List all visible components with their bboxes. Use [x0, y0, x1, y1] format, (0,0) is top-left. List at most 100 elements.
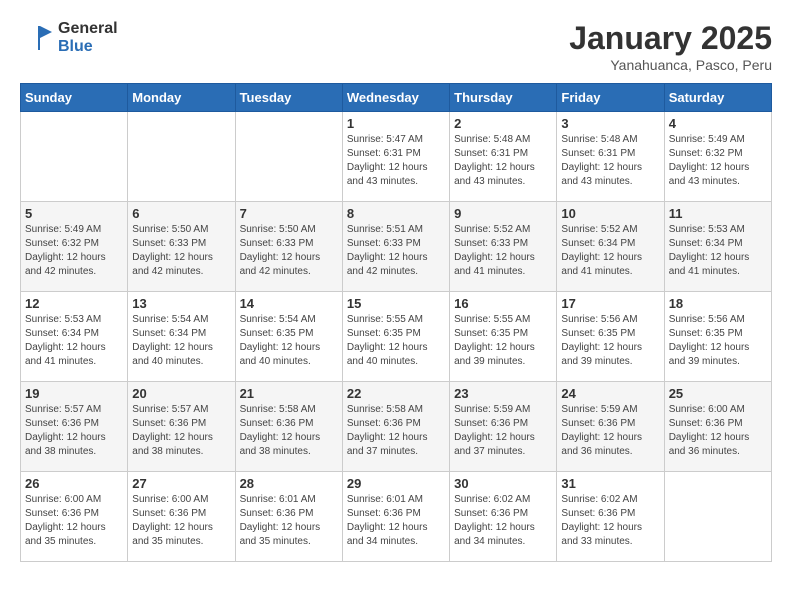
page-header: General Blue January 2025 Yanahuanca, Pa…: [20, 20, 772, 73]
day-info: Sunrise: 5:56 AMSunset: 6:35 PMDaylight:…: [669, 314, 750, 367]
day-number: 8: [347, 206, 445, 221]
day-number: 28: [240, 476, 338, 491]
calendar-cell: 15 Sunrise: 5:55 AMSunset: 6:35 PMDaylig…: [342, 292, 449, 382]
day-number: 1: [347, 116, 445, 131]
day-info: Sunrise: 5:53 AMSunset: 6:34 PMDaylight:…: [669, 224, 750, 277]
calendar-cell: [21, 112, 128, 202]
day-number: 4: [669, 116, 767, 131]
day-number: 13: [132, 296, 230, 311]
day-number: 27: [132, 476, 230, 491]
calendar-cell: 5 Sunrise: 5:49 AMSunset: 6:32 PMDayligh…: [21, 202, 128, 292]
day-number: 10: [561, 206, 659, 221]
calendar-cell: [128, 112, 235, 202]
calendar-cell: 31 Sunrise: 6:02 AMSunset: 6:36 PMDaylig…: [557, 472, 664, 562]
day-number: 9: [454, 206, 552, 221]
day-number: 2: [454, 116, 552, 131]
header-saturday: Saturday: [664, 84, 771, 112]
weekday-header-row: Sunday Monday Tuesday Wednesday Thursday…: [21, 84, 772, 112]
calendar-cell: 23 Sunrise: 5:59 AMSunset: 6:36 PMDaylig…: [450, 382, 557, 472]
calendar-cell: 4 Sunrise: 5:49 AMSunset: 6:32 PMDayligh…: [664, 112, 771, 202]
header-friday: Friday: [557, 84, 664, 112]
day-number: 24: [561, 386, 659, 401]
day-info: Sunrise: 5:53 AMSunset: 6:34 PMDaylight:…: [25, 314, 106, 367]
day-info: Sunrise: 5:59 AMSunset: 6:36 PMDaylight:…: [561, 404, 642, 457]
week-row-1: 1 Sunrise: 5:47 AMSunset: 6:31 PMDayligh…: [21, 112, 772, 202]
day-number: 16: [454, 296, 552, 311]
day-info: Sunrise: 5:55 AMSunset: 6:35 PMDaylight:…: [454, 314, 535, 367]
day-number: 31: [561, 476, 659, 491]
week-row-4: 19 Sunrise: 5:57 AMSunset: 6:36 PMDaylig…: [21, 382, 772, 472]
day-info: Sunrise: 6:02 AMSunset: 6:36 PMDaylight:…: [454, 494, 535, 547]
calendar-cell: 14 Sunrise: 5:54 AMSunset: 6:35 PMDaylig…: [235, 292, 342, 382]
day-number: 7: [240, 206, 338, 221]
day-info: Sunrise: 6:00 AMSunset: 6:36 PMDaylight:…: [25, 494, 106, 547]
calendar-cell: 19 Sunrise: 5:57 AMSunset: 6:36 PMDaylig…: [21, 382, 128, 472]
day-info: Sunrise: 6:01 AMSunset: 6:36 PMDaylight:…: [347, 494, 428, 547]
day-number: 15: [347, 296, 445, 311]
logo-blue-text: Blue: [58, 38, 118, 56]
calendar-subtitle: Yanahuanca, Pasco, Peru: [569, 57, 772, 73]
day-number: 17: [561, 296, 659, 311]
calendar-table: Sunday Monday Tuesday Wednesday Thursday…: [20, 83, 772, 562]
logo-general-text: General: [58, 20, 118, 38]
day-number: 25: [669, 386, 767, 401]
calendar-cell: 25 Sunrise: 6:00 AMSunset: 6:36 PMDaylig…: [664, 382, 771, 472]
week-row-3: 12 Sunrise: 5:53 AMSunset: 6:34 PMDaylig…: [21, 292, 772, 382]
header-wednesday: Wednesday: [342, 84, 449, 112]
day-info: Sunrise: 5:54 AMSunset: 6:35 PMDaylight:…: [240, 314, 321, 367]
week-row-5: 26 Sunrise: 6:00 AMSunset: 6:36 PMDaylig…: [21, 472, 772, 562]
calendar-cell: 6 Sunrise: 5:50 AMSunset: 6:33 PMDayligh…: [128, 202, 235, 292]
day-info: Sunrise: 6:00 AMSunset: 6:36 PMDaylight:…: [669, 404, 750, 457]
day-info: Sunrise: 5:50 AMSunset: 6:33 PMDaylight:…: [240, 224, 321, 277]
calendar-cell: 24 Sunrise: 5:59 AMSunset: 6:36 PMDaylig…: [557, 382, 664, 472]
day-number: 6: [132, 206, 230, 221]
header-thursday: Thursday: [450, 84, 557, 112]
day-info: Sunrise: 5:57 AMSunset: 6:36 PMDaylight:…: [25, 404, 106, 457]
calendar-cell: 20 Sunrise: 5:57 AMSunset: 6:36 PMDaylig…: [128, 382, 235, 472]
day-info: Sunrise: 5:58 AMSunset: 6:36 PMDaylight:…: [240, 404, 321, 457]
day-info: Sunrise: 5:49 AMSunset: 6:32 PMDaylight:…: [669, 134, 750, 187]
calendar-cell: 12 Sunrise: 5:53 AMSunset: 6:34 PMDaylig…: [21, 292, 128, 382]
calendar-cell: 9 Sunrise: 5:52 AMSunset: 6:33 PMDayligh…: [450, 202, 557, 292]
calendar-cell: 7 Sunrise: 5:50 AMSunset: 6:33 PMDayligh…: [235, 202, 342, 292]
logo-flag-icon: [20, 22, 52, 54]
day-info: Sunrise: 6:01 AMSunset: 6:36 PMDaylight:…: [240, 494, 321, 547]
day-number: 19: [25, 386, 123, 401]
day-number: 5: [25, 206, 123, 221]
calendar-cell: [235, 112, 342, 202]
calendar-cell: 28 Sunrise: 6:01 AMSunset: 6:36 PMDaylig…: [235, 472, 342, 562]
calendar-cell: 3 Sunrise: 5:48 AMSunset: 6:31 PMDayligh…: [557, 112, 664, 202]
calendar-cell: 27 Sunrise: 6:00 AMSunset: 6:36 PMDaylig…: [128, 472, 235, 562]
calendar-cell: 18 Sunrise: 5:56 AMSunset: 6:35 PMDaylig…: [664, 292, 771, 382]
calendar-cell: 17 Sunrise: 5:56 AMSunset: 6:35 PMDaylig…: [557, 292, 664, 382]
day-number: 12: [25, 296, 123, 311]
week-row-2: 5 Sunrise: 5:49 AMSunset: 6:32 PMDayligh…: [21, 202, 772, 292]
logo: General Blue: [20, 20, 118, 55]
title-area: January 2025 Yanahuanca, Pasco, Peru: [569, 20, 772, 73]
day-number: 20: [132, 386, 230, 401]
day-number: 21: [240, 386, 338, 401]
day-info: Sunrise: 5:52 AMSunset: 6:34 PMDaylight:…: [561, 224, 642, 277]
header-sunday: Sunday: [21, 84, 128, 112]
day-info: Sunrise: 5:49 AMSunset: 6:32 PMDaylight:…: [25, 224, 106, 277]
day-info: Sunrise: 5:51 AMSunset: 6:33 PMDaylight:…: [347, 224, 428, 277]
calendar-title: January 2025: [569, 20, 772, 57]
day-number: 30: [454, 476, 552, 491]
calendar-cell: 30 Sunrise: 6:02 AMSunset: 6:36 PMDaylig…: [450, 472, 557, 562]
calendar-cell: 16 Sunrise: 5:55 AMSunset: 6:35 PMDaylig…: [450, 292, 557, 382]
calendar-cell: 21 Sunrise: 5:58 AMSunset: 6:36 PMDaylig…: [235, 382, 342, 472]
day-number: 29: [347, 476, 445, 491]
day-info: Sunrise: 5:57 AMSunset: 6:36 PMDaylight:…: [132, 404, 213, 457]
day-info: Sunrise: 6:02 AMSunset: 6:36 PMDaylight:…: [561, 494, 642, 547]
calendar-cell: 1 Sunrise: 5:47 AMSunset: 6:31 PMDayligh…: [342, 112, 449, 202]
day-info: Sunrise: 5:48 AMSunset: 6:31 PMDaylight:…: [561, 134, 642, 187]
header-monday: Monday: [128, 84, 235, 112]
day-number: 22: [347, 386, 445, 401]
calendar-cell: 10 Sunrise: 5:52 AMSunset: 6:34 PMDaylig…: [557, 202, 664, 292]
calendar-cell: 11 Sunrise: 5:53 AMSunset: 6:34 PMDaylig…: [664, 202, 771, 292]
calendar-cell: 13 Sunrise: 5:54 AMSunset: 6:34 PMDaylig…: [128, 292, 235, 382]
day-info: Sunrise: 6:00 AMSunset: 6:36 PMDaylight:…: [132, 494, 213, 547]
day-info: Sunrise: 5:52 AMSunset: 6:33 PMDaylight:…: [454, 224, 535, 277]
calendar-cell: 8 Sunrise: 5:51 AMSunset: 6:33 PMDayligh…: [342, 202, 449, 292]
day-info: Sunrise: 5:55 AMSunset: 6:35 PMDaylight:…: [347, 314, 428, 367]
